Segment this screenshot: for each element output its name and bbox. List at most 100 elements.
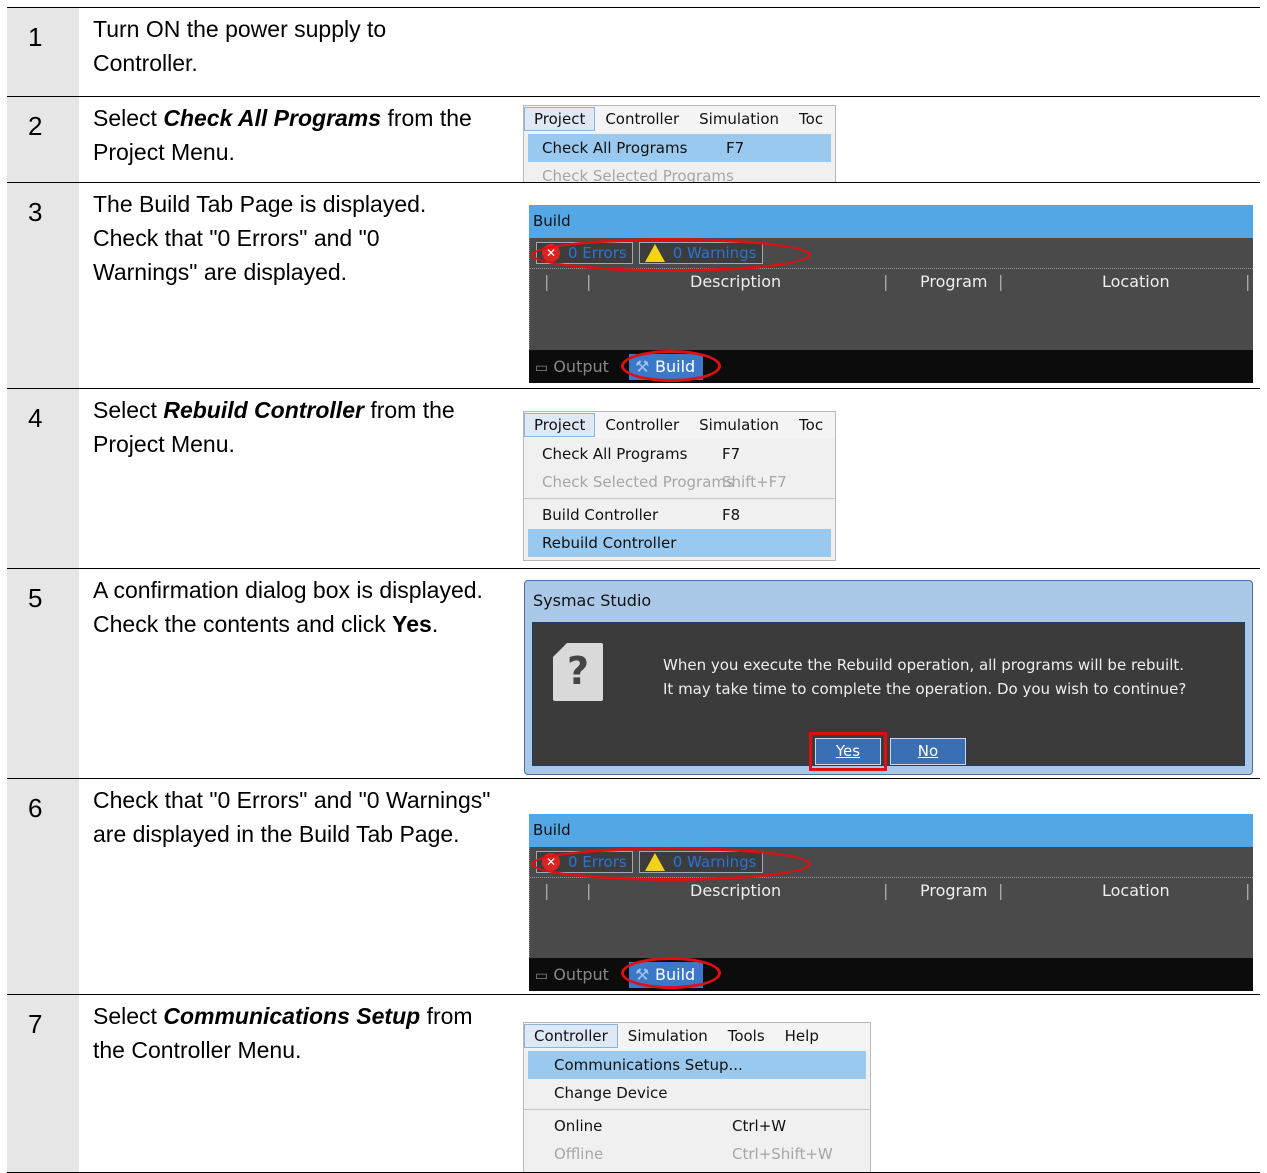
- menu-item-communications-setup[interactable]: Communications Setup...: [528, 1051, 866, 1079]
- tab-build[interactable]: ⚒ Build: [629, 962, 704, 988]
- step-row-6: 6 Check that "0 Errors" and "0 Warnings"…: [7, 778, 1260, 994]
- menu-help[interactable]: Help: [775, 1023, 829, 1049]
- project-menu-screenshot: Project Controller Simulation Toc Check …: [523, 411, 836, 561]
- menu-controller[interactable]: Controller: [595, 412, 689, 438]
- menu-project[interactable]: Project: [524, 413, 596, 437]
- highlight-box: [809, 732, 887, 771]
- step-number: 4: [7, 389, 79, 568]
- step-number: 3: [7, 183, 79, 388]
- step-text: The Build Tab Page is displayed. Check t…: [93, 187, 483, 289]
- warnings-filter-button[interactable]: 0 Warnings: [638, 851, 763, 873]
- menu-tools[interactable]: Tools: [718, 1023, 775, 1049]
- step-text-line: The Build Tab Page is displayed.: [93, 191, 427, 217]
- menu-simulation[interactable]: Simulation: [689, 412, 789, 438]
- step-text: Check that "0 Errors" and "0 Warnings" a…: [93, 787, 491, 847]
- column-description[interactable]: Description: [690, 272, 781, 291]
- step-text-emphasis: Communications Setup: [163, 1003, 421, 1029]
- question-icon: ?: [553, 643, 603, 701]
- bottom-tab-bar: ▭ Output ⚒ Build: [529, 350, 1253, 383]
- step-row-4: 4 Select Rebuild Controller from the Pro…: [7, 388, 1260, 568]
- menu-simulation[interactable]: Simulation: [618, 1023, 718, 1049]
- dialog-body: ? When you execute the Rebuild operation…: [532, 622, 1245, 771]
- menu-item-build-controller[interactable]: Build Controller F8: [524, 501, 835, 529]
- column-program[interactable]: Program: [920, 272, 988, 291]
- step-number: 2: [7, 97, 79, 182]
- step-text: A confirmation dialog box is displayed. …: [93, 577, 483, 637]
- step-text-emphasis: Check All Programs: [163, 105, 382, 131]
- build-table-header: | | Description | Program | Location |: [530, 268, 1253, 294]
- menu-tools[interactable]: Toc: [789, 106, 833, 132]
- menu-project[interactable]: Project: [524, 107, 596, 131]
- build-panel-title: Build: [529, 205, 1253, 238]
- menu-bar: Controller Simulation Tools Help: [524, 1023, 870, 1049]
- confirm-dialog-screenshot: Sysmac Studio ? When you execute the Reb…: [524, 580, 1253, 775]
- warning-icon: [644, 853, 665, 871]
- bottom-tab-bar: ▭ Output ⚒ Build: [529, 958, 1253, 991]
- step-number: 1: [7, 8, 79, 96]
- step-text-emphasis: Yes: [392, 611, 432, 637]
- menu-item-rebuild-controller[interactable]: Rebuild Controller: [528, 529, 831, 557]
- warnings-filter-button[interactable]: 0 Warnings: [638, 242, 763, 264]
- warning-icon: [644, 244, 665, 262]
- no-button[interactable]: No: [890, 738, 966, 765]
- errors-filter-button[interactable]: ✕ 0 Errors: [536, 851, 633, 873]
- hammer-icon: ⚒: [635, 965, 650, 984]
- step-text: Select Check All Programs from the Proje…: [93, 101, 513, 169]
- menu-item-check-selected-programs: Check Selected Programs Shift+F7: [542, 473, 787, 491]
- hammer-icon: ⚒: [635, 357, 650, 376]
- step-text: Select Communications Setup from the Con…: [93, 1003, 473, 1063]
- menu-item-check-all-programs[interactable]: Check All Programs F7: [528, 134, 831, 162]
- menu-simulation[interactable]: Simulation: [689, 106, 789, 132]
- output-icon: ▭: [535, 360, 549, 376]
- error-icon: ✕: [542, 853, 560, 871]
- build-filters: ✕ 0 Errors 0 Warnings: [530, 238, 1253, 268]
- step-text-pre: Select: [93, 105, 164, 131]
- step-text: Turn ON the power supply to Controller.: [93, 16, 387, 76]
- build-panel: Build ✕ 0 Errors 0 Warnings | | Descriptio…: [529, 814, 1253, 991]
- controller-menu-screenshot: Controller Simulation Tools Help Communi…: [523, 1022, 871, 1172]
- step-row-1: 1 Turn ON the power supply to Controller…: [7, 7, 1260, 96]
- menu-bar: Project Controller Simulation Toc: [524, 106, 835, 132]
- step-row-5: 5 A confirmation dialog box is displayed…: [7, 568, 1260, 778]
- tab-output[interactable]: ▭ Output: [535, 962, 609, 988]
- tab-output[interactable]: ▭ Output: [535, 354, 609, 380]
- build-panel-screenshot: Build ✕ 0 Errors 0 Warnings | | Descriptio…: [529, 814, 1253, 991]
- column-location[interactable]: Location: [1102, 881, 1170, 900]
- build-panel-title: Build: [529, 814, 1253, 847]
- step-row-2: 2 Select Check All Programs from the Pro…: [7, 96, 1260, 182]
- tab-build[interactable]: ⚒ Build: [629, 354, 704, 380]
- build-panel-screenshot: Build ✕ 0 Errors 0 Warnings | | Descriptio…: [529, 205, 1253, 383]
- step-row-3: 3 The Build Tab Page is displayed. Check…: [7, 182, 1260, 388]
- menu-controller[interactable]: Controller: [524, 1024, 618, 1048]
- step-number: 7: [7, 995, 79, 1173]
- menu-separator: [524, 1109, 870, 1110]
- step-text-line: Check that "0 Errors" and "0 Warnings" a…: [93, 225, 380, 285]
- menu-controller[interactable]: Controller: [595, 106, 689, 132]
- column-program[interactable]: Program: [920, 881, 988, 900]
- menu-item-offline: Offline Ctrl+Shift+W: [554, 1145, 833, 1163]
- menu-tools[interactable]: Toc: [789, 412, 833, 438]
- errors-filter-button[interactable]: ✕ 0 Errors: [536, 242, 633, 264]
- menu-bar: Project Controller Simulation Toc: [524, 412, 835, 438]
- column-location[interactable]: Location: [1102, 272, 1170, 291]
- menu-item-check-all-programs[interactable]: Check All Programs F7: [524, 440, 835, 468]
- dialog-title: Sysmac Studio: [533, 591, 652, 610]
- step-text: Select Rebuild Controller from the Proje…: [93, 397, 455, 457]
- menu-item-change-device[interactable]: Change Device: [524, 1079, 870, 1107]
- menu-separator: [524, 498, 835, 499]
- build-table-header: | | Description | Program | Location |: [530, 877, 1253, 903]
- column-description[interactable]: Description: [690, 881, 781, 900]
- build-panel: Build ✕ 0 Errors 0 Warnings | | Descriptio…: [529, 205, 1253, 383]
- step-number: 5: [7, 569, 79, 778]
- step-row-7: 7 Select Communications Setup from the C…: [7, 994, 1260, 1173]
- menu-item-online[interactable]: Online Ctrl+W: [524, 1112, 870, 1140]
- error-icon: ✕: [542, 244, 560, 262]
- output-icon: ▭: [535, 968, 549, 984]
- build-filters: ✕ 0 Errors 0 Warnings: [530, 847, 1253, 877]
- confirm-dialog: Sysmac Studio ? When you execute the Reb…: [524, 580, 1253, 775]
- dialog-message: When you execute the Rebuild operation, …: [663, 656, 1187, 698]
- step-number: 6: [7, 779, 79, 994]
- step-text-emphasis: Rebuild Controller: [163, 397, 364, 423]
- menu-item-check-selected-programs: Check Selected Programs: [542, 167, 734, 182]
- project-menu-screenshot: Project Controller Simulation Toc Check …: [523, 105, 836, 182]
